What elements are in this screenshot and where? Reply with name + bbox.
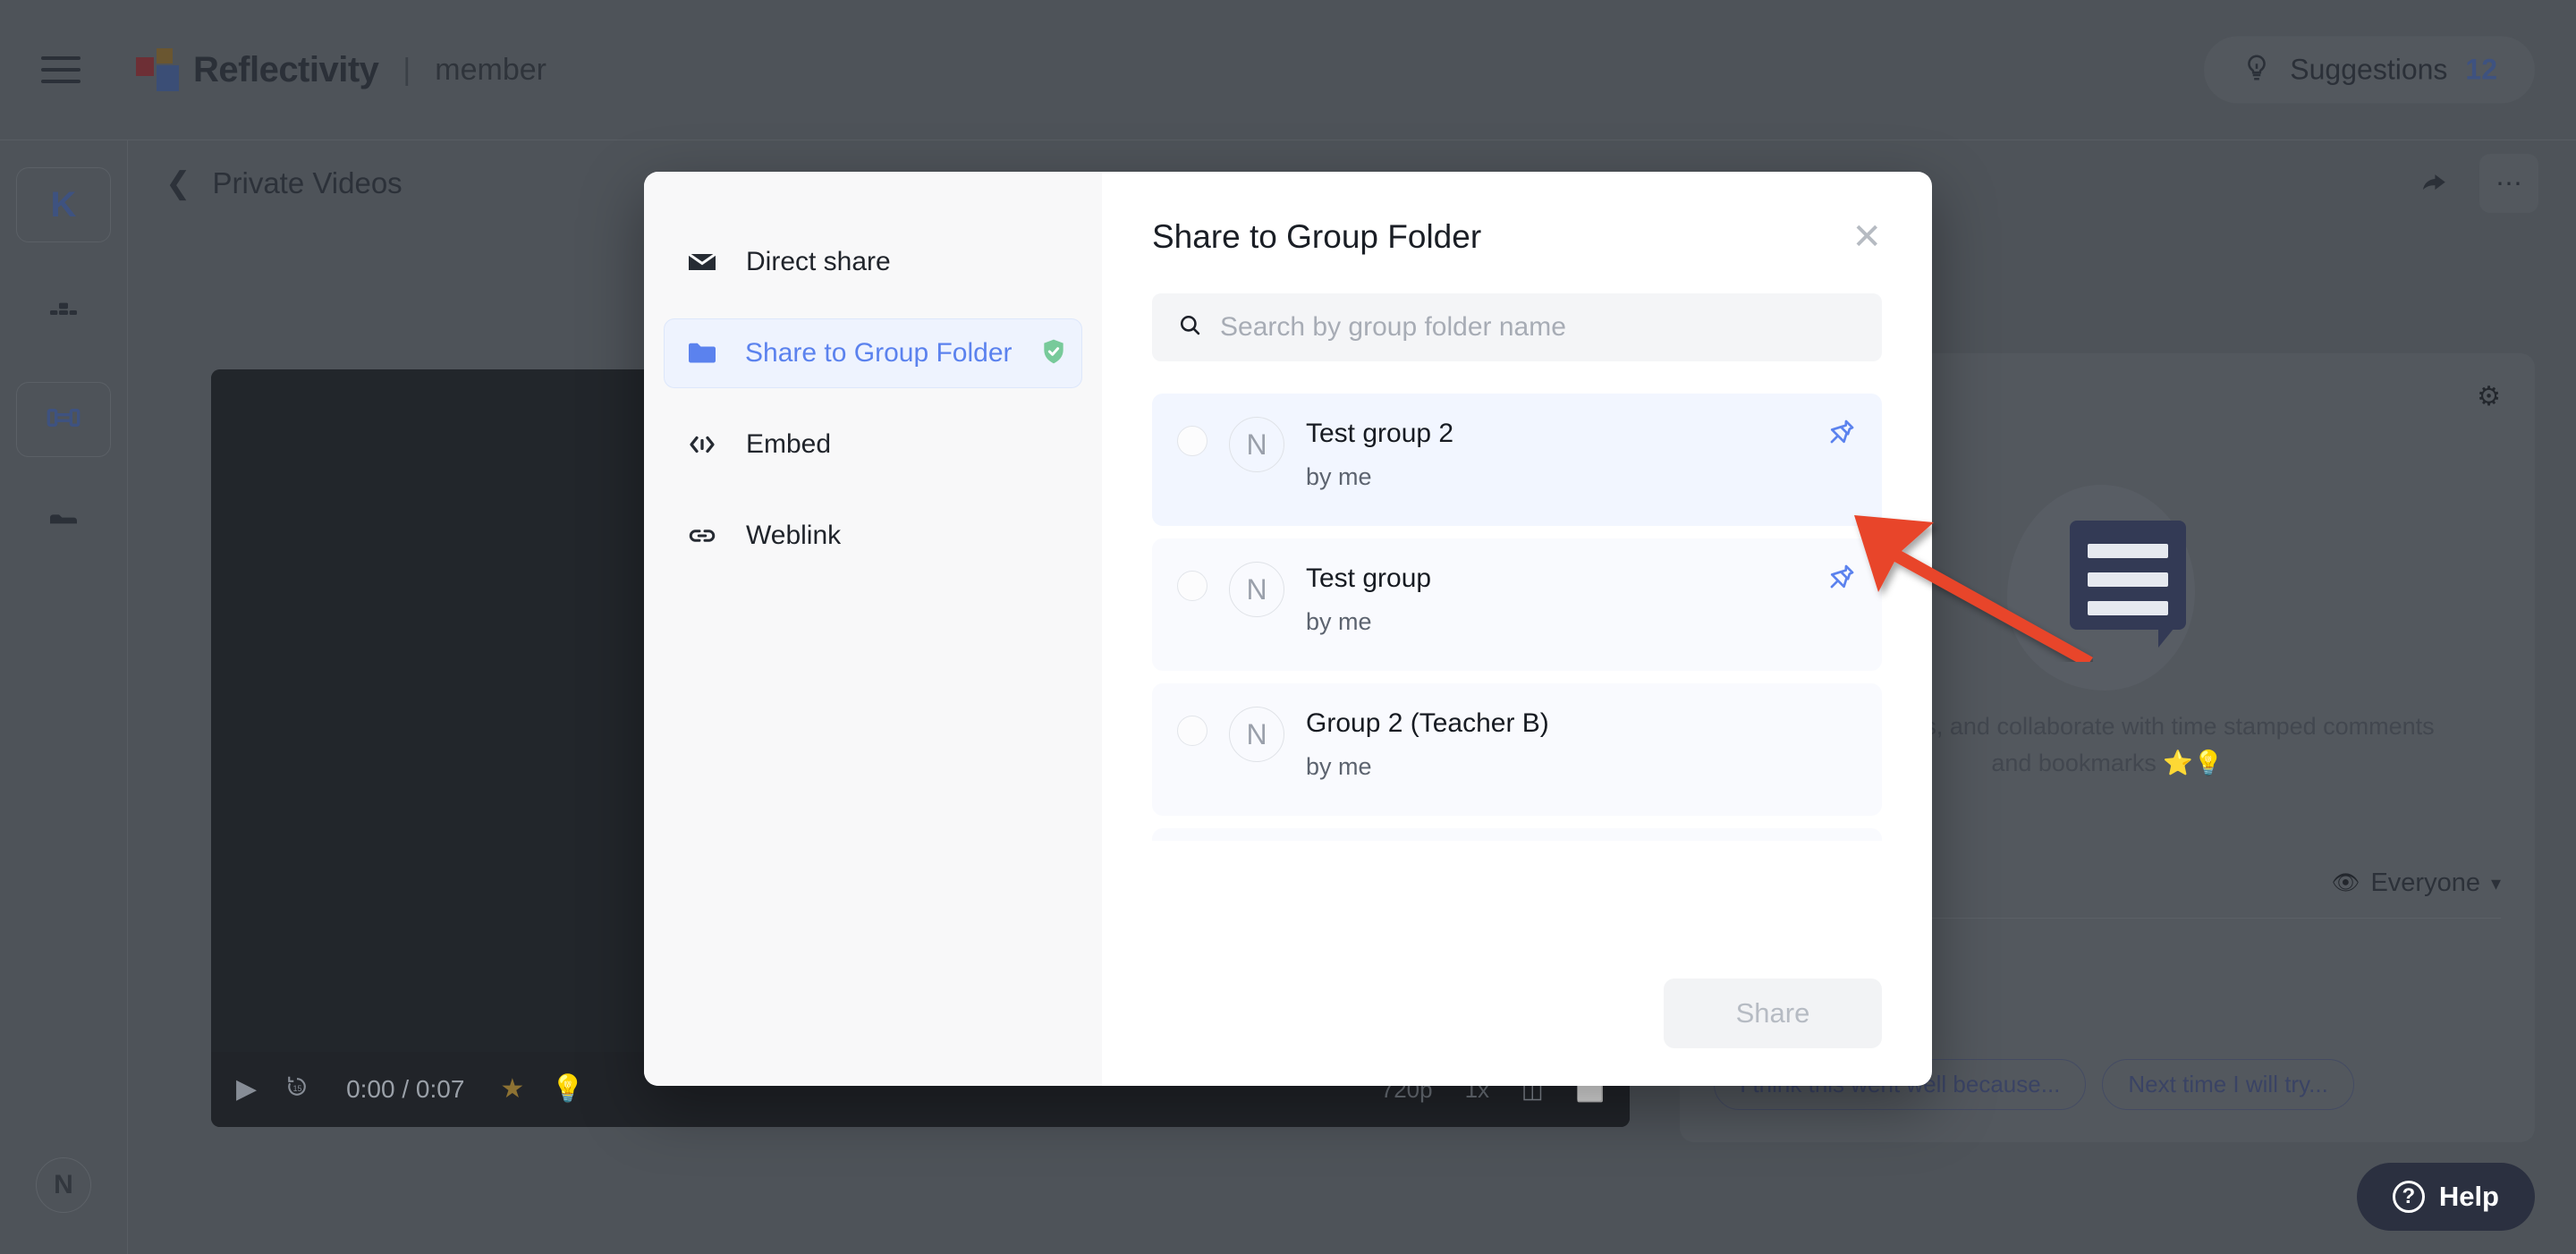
group-folder-row[interactable]: N Test group 2 by me (1152, 394, 1882, 526)
group-folder-row[interactable]: N Group 2 (Teacher B) by me (1152, 683, 1882, 816)
modal-tab-weblink[interactable]: Weblink (664, 501, 1082, 571)
folder-owner: by me (1306, 463, 1372, 490)
modal-tab-label: Share to Group Folder (745, 338, 1013, 368)
folder-icon (686, 337, 718, 369)
folder-radio[interactable] (1177, 571, 1208, 601)
modal-overlay: Direct share Share to Group Folder Embed… (0, 0, 2576, 1254)
folder-name: Test group (1306, 563, 1432, 593)
group-folder-row[interactable]: N Test group by me (1152, 538, 1882, 671)
modal-tab-label: Direct share (746, 247, 891, 276)
envelope-icon (685, 246, 719, 278)
modal-header: Share to Group Folder ✕ (1152, 218, 1882, 256)
modal-tab-embed[interactable]: Embed (664, 410, 1082, 479)
folder-owner: by me (1306, 753, 1372, 780)
modal-tab-label: Weblink (746, 521, 842, 550)
close-icon[interactable]: ✕ (1852, 219, 1882, 255)
search-input[interactable] (1220, 312, 1857, 343)
folder-owner: by me (1306, 608, 1372, 635)
avatar: N (1229, 417, 1284, 472)
pin-icon[interactable] (1826, 562, 1857, 597)
search-box[interactable] (1152, 293, 1882, 361)
modal-title: Share to Group Folder (1152, 218, 1482, 255)
modal-tab-label: Embed (746, 429, 832, 459)
pin-icon[interactable] (1826, 417, 1857, 452)
modal-footer: Share (1152, 979, 1882, 1048)
modal-main: Share to Group Folder ✕ N Test group 2 (1102, 172, 1932, 1086)
share-button[interactable]: Share (1664, 979, 1882, 1048)
share-modal: Direct share Share to Group Folder Embed… (644, 172, 1932, 1086)
group-folder-row[interactable] (1152, 828, 1882, 841)
modal-tab-direct-share[interactable]: Direct share (664, 227, 1082, 297)
folder-radio[interactable] (1177, 426, 1208, 456)
group-folder-list[interactable]: N Test group 2 by me N Test group by me … (1152, 394, 1882, 841)
code-icon (685, 428, 719, 461)
folder-name: Group 2 (Teacher B) (1306, 708, 1549, 738)
search-icon (1177, 312, 1202, 343)
folder-name: Test group 2 (1306, 419, 1454, 448)
folder-radio[interactable] (1177, 716, 1208, 746)
modal-sidebar: Direct share Share to Group Folder Embed… (644, 172, 1102, 1086)
avatar: N (1229, 562, 1284, 617)
verified-shield-icon (1039, 337, 1068, 370)
modal-tab-share-to-group-folder[interactable]: Share to Group Folder (664, 318, 1082, 388)
link-icon (685, 520, 719, 552)
avatar: N (1229, 707, 1284, 762)
